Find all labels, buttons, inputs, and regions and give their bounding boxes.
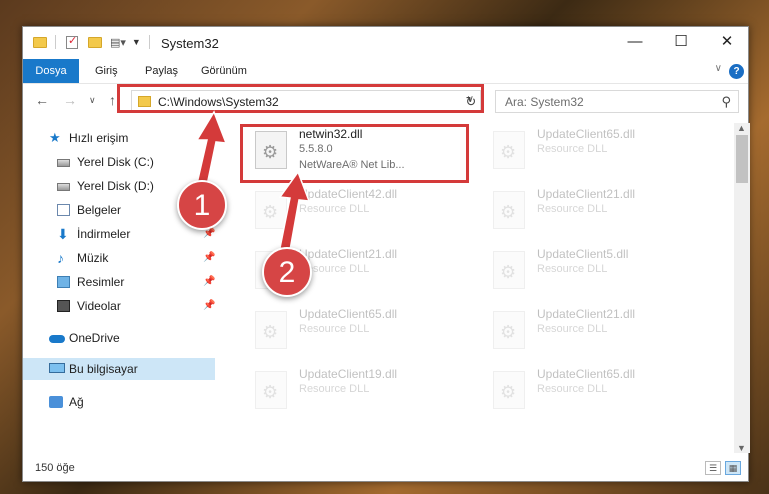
annotation-marker-1: 1 (177, 180, 227, 230)
arrow-2 (278, 170, 311, 251)
annotation-arrows (195, 110, 311, 251)
arrow-1 (195, 110, 228, 191)
annotation-marker-2: 2 (262, 247, 312, 297)
